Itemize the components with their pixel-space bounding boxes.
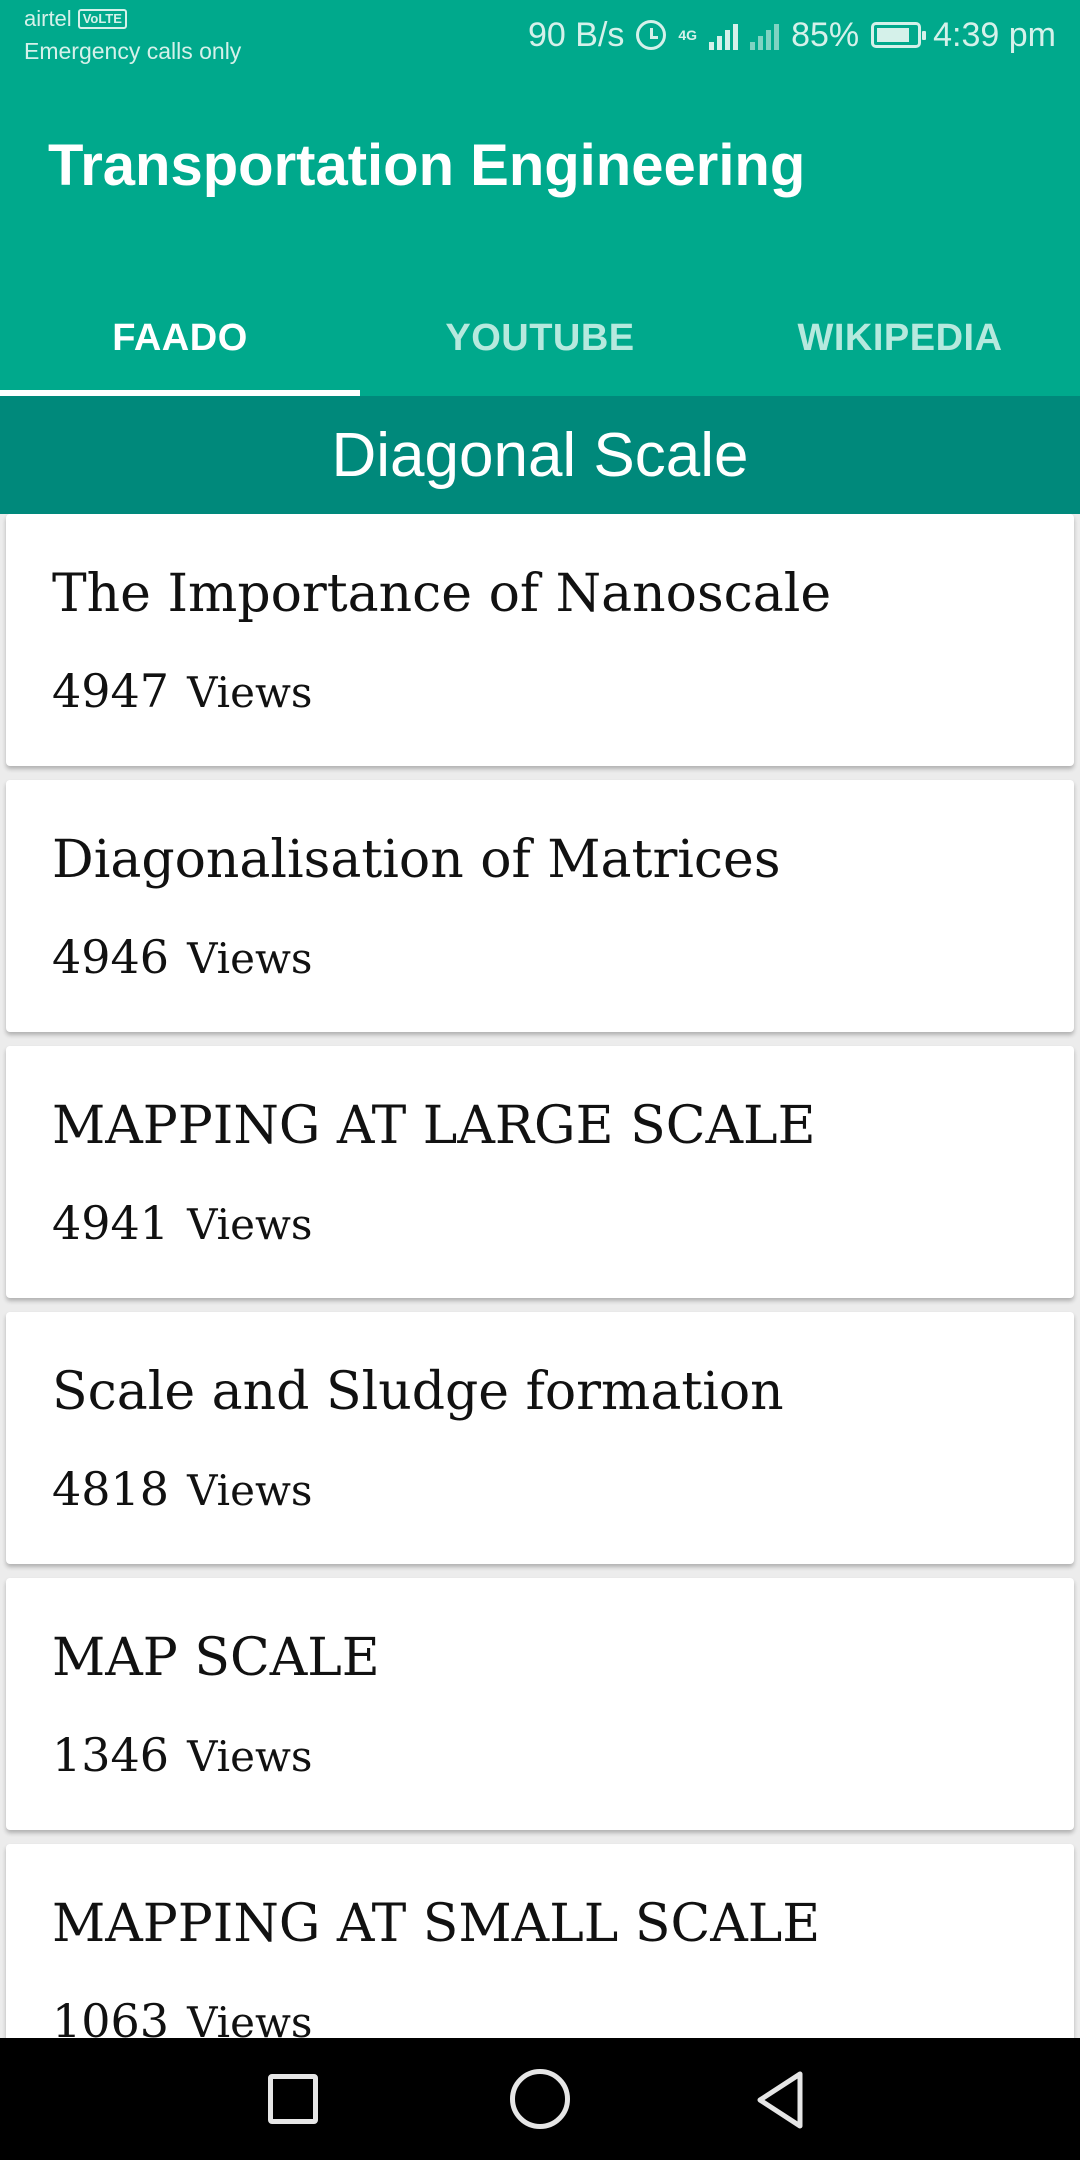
recents-square-icon[interactable] <box>268 2074 318 2124</box>
alarm-icon <box>636 20 667 50</box>
network-type: 4G <box>678 27 698 43</box>
home-circle-icon[interactable] <box>510 2069 570 2129</box>
list-item[interactable]: Diagonalisation of Matrices 4946 Views <box>6 780 1074 1032</box>
item-views: 4947 Views <box>52 664 312 718</box>
item-views: 4818 Views <box>52 1462 312 1516</box>
status-right: 90 B/s 4G 85% 4:39 pm <box>528 12 1056 58</box>
article-list[interactable]: The Importance of Nanoscale 4947 Views Di… <box>0 514 1080 2038</box>
item-views: 1346 Views <box>52 1728 312 1782</box>
item-title: Scale and Sludge formation <box>52 1362 784 1422</box>
signal-no-sim-icon <box>750 20 780 50</box>
battery-percent: 85% <box>791 16 860 54</box>
list-item[interactable]: Scale and Sludge formation 4818 Views <box>6 1312 1074 1564</box>
carrier-name: airtel <box>24 6 72 31</box>
clock: 4:39 pm <box>933 16 1056 54</box>
view-count: 4818 <box>52 1462 170 1516</box>
view-count: 4941 <box>52 1196 170 1250</box>
network-speed: 90 B/s <box>528 16 625 54</box>
volte-badge: VoLTE <box>77 9 127 29</box>
view-count: 4946 <box>52 930 170 984</box>
item-title: The Importance of Nanoscale <box>52 564 832 624</box>
views-label: Views <box>187 1998 313 2038</box>
views-label: Views <box>187 1466 313 1515</box>
item-views: 1063 Views <box>52 1994 312 2038</box>
item-views: 4946 Views <box>52 930 312 984</box>
item-views: 4941 Views <box>52 1196 312 1250</box>
tab-wikipedia[interactable]: WIKIPEDIA <box>720 280 1080 396</box>
battery-fill <box>877 28 910 42</box>
section-header: Diagonal Scale <box>0 396 1080 514</box>
app-title: Transportation Engineering <box>48 133 806 198</box>
item-title: Diagonalisation of Matrices <box>52 830 781 890</box>
battery-icon <box>871 22 927 48</box>
tab-youtube[interactable]: YOUTUBE <box>360 280 720 396</box>
list-item[interactable]: MAPPING AT LARGE SCALE 4941 Views <box>6 1046 1074 1298</box>
item-title: MAPPING AT SMALL SCALE <box>52 1894 821 1954</box>
view-count: 4947 <box>52 664 170 718</box>
item-title: MAP SCALE <box>52 1628 380 1688</box>
status-left: airtel VoLTE Emergency calls only <box>24 4 241 66</box>
list-item[interactable]: The Importance of Nanoscale 4947 Views <box>6 514 1074 766</box>
emergency-text: Emergency calls only <box>24 38 242 64</box>
view-count: 1346 <box>52 1728 170 1782</box>
item-title: MAPPING AT LARGE SCALE <box>52 1096 816 1156</box>
view-count: 1063 <box>52 1994 170 2038</box>
signal-icon <box>709 20 739 50</box>
app-bar: Transportation Engineering FAADO YOUTUBE… <box>0 72 1080 396</box>
views-label: Views <box>187 934 313 983</box>
views-label: Views <box>187 1732 313 1781</box>
back-triangle-icon[interactable] <box>752 2068 818 2134</box>
list-item[interactable]: MAPPING AT SMALL SCALE 1063 Views <box>6 1844 1074 2038</box>
status-bar: airtel VoLTE Emergency calls only 90 B/s… <box>0 0 1080 72</box>
views-label: Views <box>187 668 313 717</box>
views-label: Views <box>187 1200 313 1249</box>
tab-faado[interactable]: FAADO <box>0 280 360 396</box>
tab-bar: FAADO YOUTUBE WIKIPEDIA <box>0 280 1080 396</box>
list-item[interactable]: MAP SCALE 1346 Views <box>6 1578 1074 1830</box>
navigation-bar <box>0 2038 1080 2160</box>
